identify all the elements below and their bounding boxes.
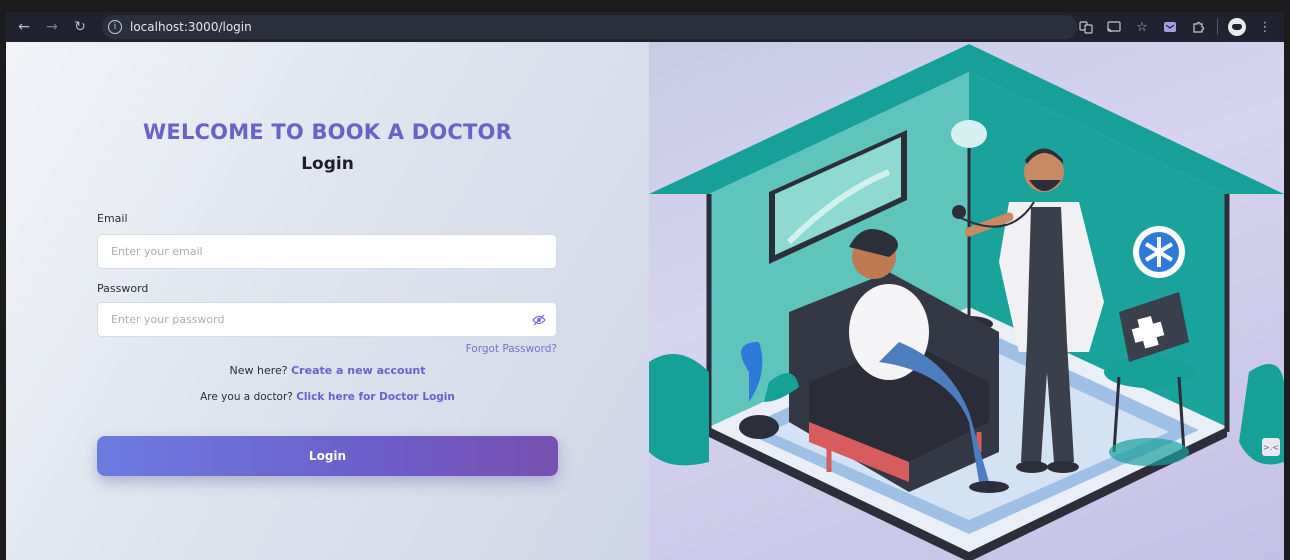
browser-window: ← → ↻ i localhost:3000/login ☆ ⋮ WELCOME… [0, 0, 1290, 560]
page-viewport: WELCOME TO BOOK A DOCTOR Login Email Pas… [6, 42, 1284, 560]
extension-mail-icon[interactable] [1161, 18, 1179, 36]
toolbar-divider [1217, 19, 1218, 35]
bookmark-star-icon[interactable]: ☆ [1133, 18, 1151, 36]
url-text: localhost:3000/login [130, 20, 252, 34]
side-panel-toggle[interactable]: >.< [1262, 438, 1280, 456]
forgot-password-link[interactable]: Forgot Password? [466, 343, 557, 355]
doctor-examining-patient-illustration [649, 44, 1284, 560]
password-label: Password [97, 282, 149, 295]
back-icon[interactable]: ← [12, 15, 36, 39]
signup-prompt: New here? Create a new account [6, 364, 649, 377]
browser-toolbar: ← → ↻ i localhost:3000/login ☆ ⋮ [6, 12, 1284, 42]
welcome-heading: WELCOME TO BOOK A DOCTOR [143, 120, 512, 144]
site-info-icon[interactable]: i [108, 20, 122, 34]
doctor-login-prompt: Are you a doctor? Click here for Doctor … [6, 391, 649, 403]
doctor-prompt-text: Are you a doctor? [200, 391, 293, 403]
profile-avatar-icon[interactable] [1228, 18, 1246, 36]
email-label: Email [97, 212, 128, 225]
menu-dots-icon[interactable]: ⋮ [1256, 18, 1274, 36]
email-field[interactable] [97, 234, 557, 269]
address-bar[interactable]: i localhost:3000/login [102, 15, 1077, 39]
translate-icon[interactable] [1077, 18, 1095, 36]
login-button[interactable]: Login [97, 436, 558, 476]
forward-icon[interactable]: → [40, 15, 64, 39]
login-panel: WELCOME TO BOOK A DOCTOR Login Email Pas… [6, 42, 649, 560]
signup-prompt-text: New here? [229, 364, 288, 377]
password-field[interactable] [97, 302, 557, 337]
doctor-login-link[interactable]: Click here for Doctor Login [296, 391, 455, 403]
reload-icon[interactable]: ↻ [68, 15, 92, 39]
page-title: Login [301, 154, 354, 174]
cast-icon[interactable] [1105, 18, 1123, 36]
hero-illustration-panel: >.< [649, 42, 1284, 560]
create-account-link[interactable]: Create a new account [291, 364, 425, 377]
toggle-password-visibility-icon[interactable] [532, 313, 546, 327]
extensions-puzzle-icon[interactable] [1189, 18, 1207, 36]
